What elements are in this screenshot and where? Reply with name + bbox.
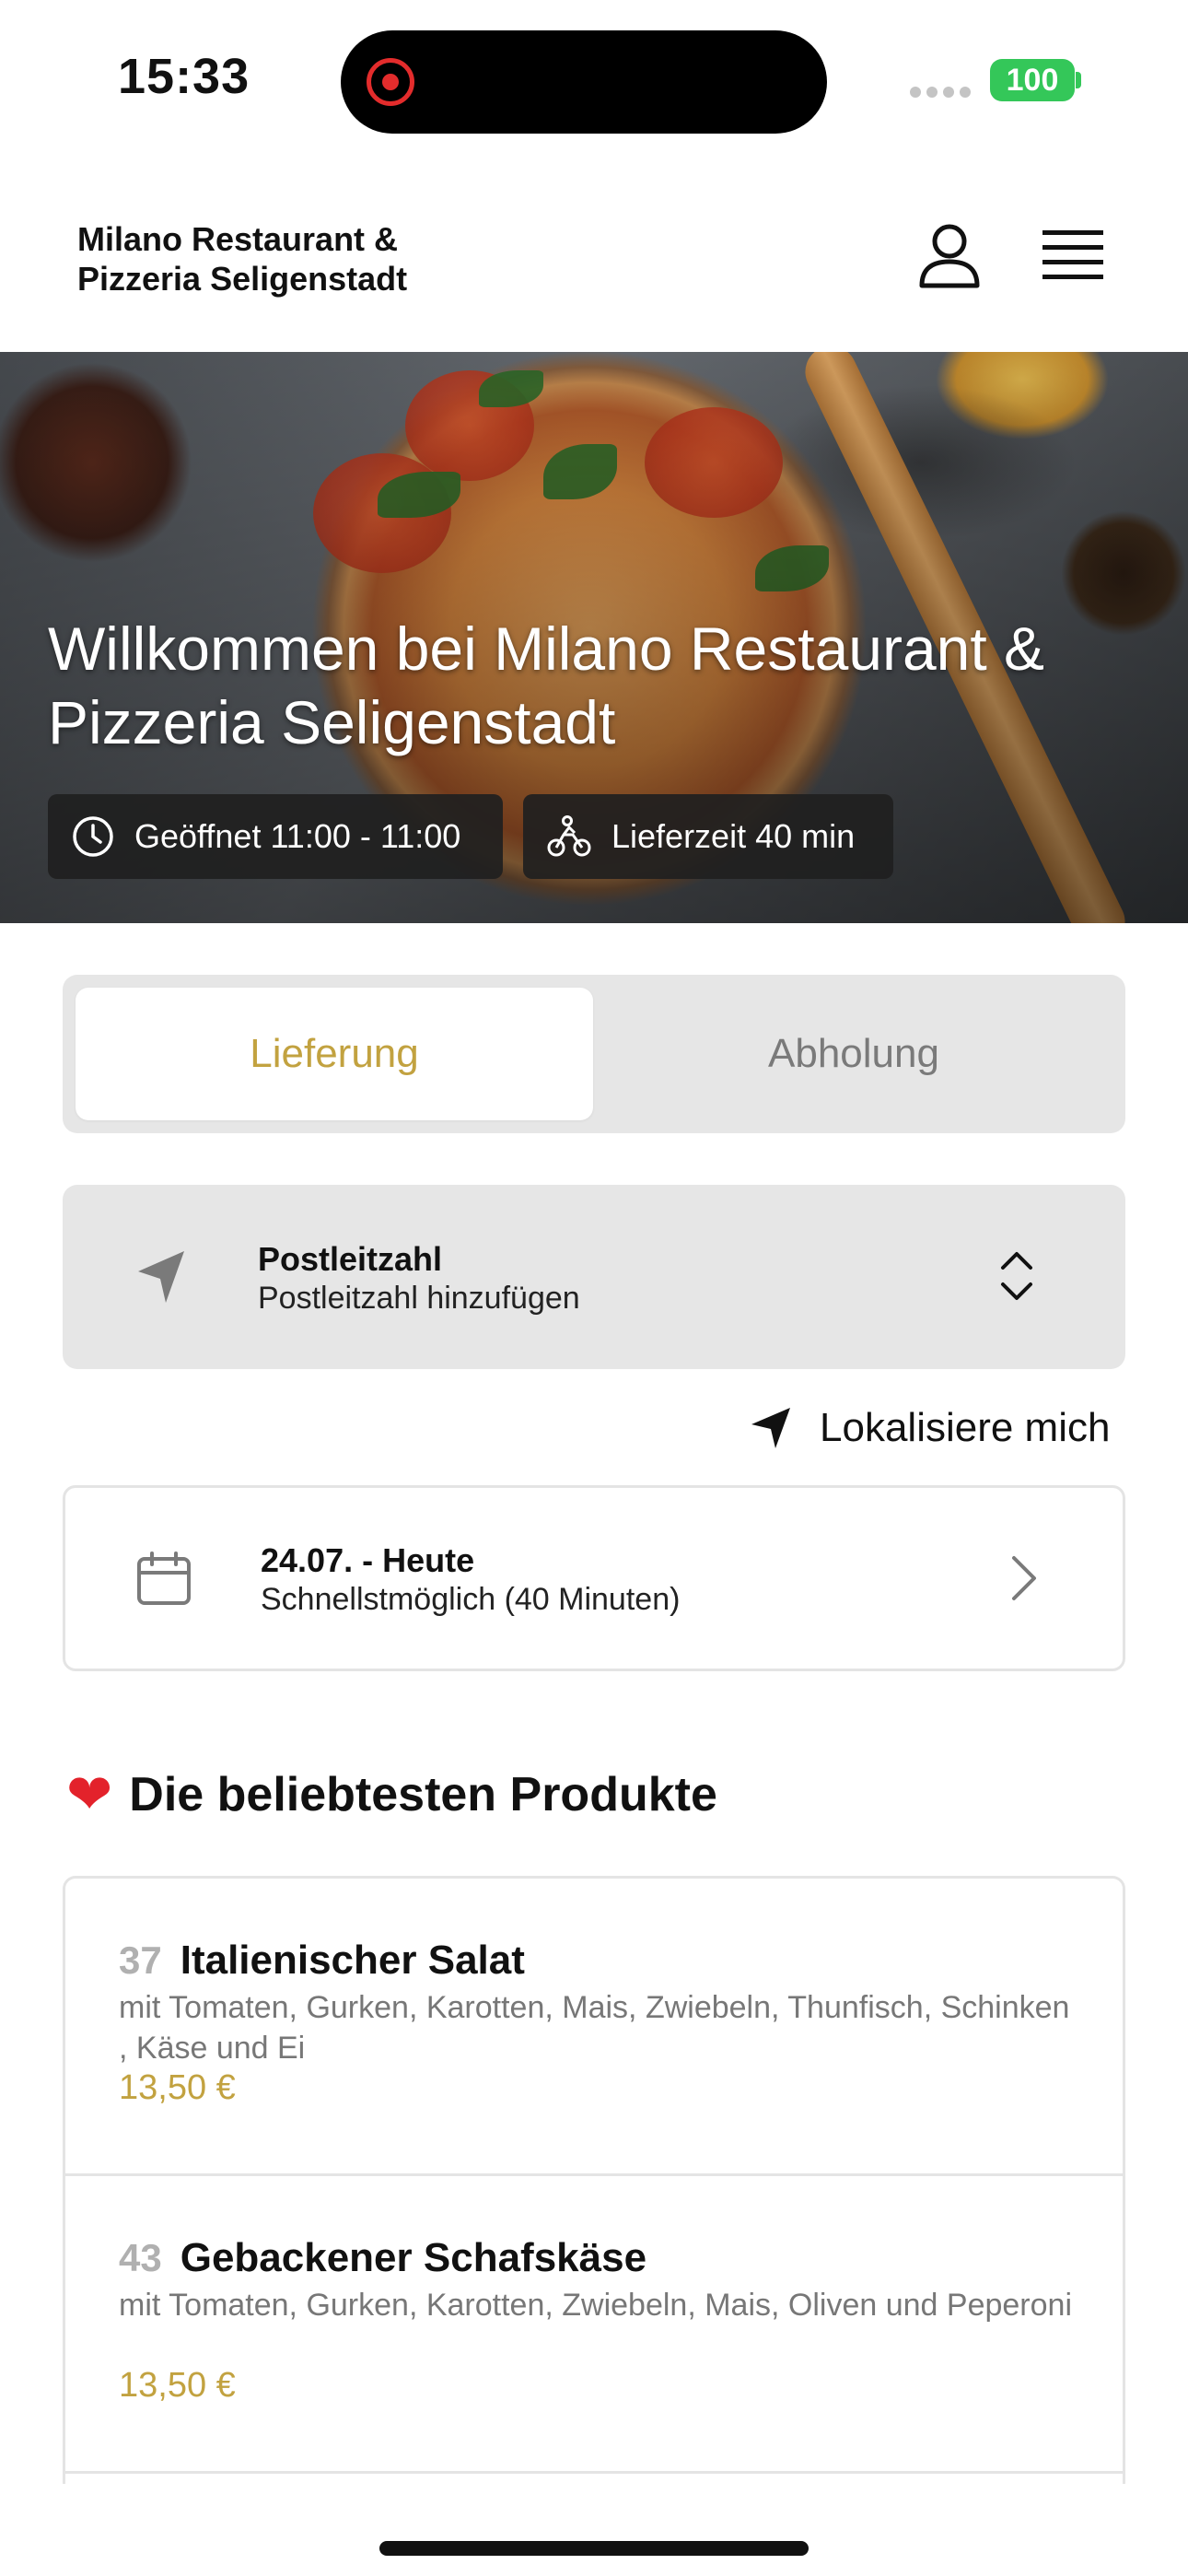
- battery-tip: [1076, 72, 1081, 88]
- order-mode-toggle: Lieferung Abholung: [63, 975, 1125, 1133]
- clock-icon: [73, 816, 113, 857]
- postcode-label: Postleitzahl: [258, 1240, 443, 1278]
- product-item[interactable]: 43 Gebackener Schafskäse mit Tomaten, Gu…: [65, 2176, 1123, 2474]
- calendar-icon: [137, 1551, 191, 1605]
- delivery-time-text: Lieferzeit 40 min: [611, 817, 856, 855]
- product-number: 43: [119, 2236, 162, 2279]
- product-name: Gebackener Schafskäse: [180, 2235, 647, 2280]
- product-name: Italienischer Salat: [180, 1938, 525, 1983]
- hamburger-menu-icon[interactable]: [1042, 230, 1103, 280]
- delivery-date: 24.07. - Heute: [261, 1541, 475, 1579]
- app-header: Milano Restaurant & Pizzeria Seligenstad…: [0, 157, 1188, 352]
- tab-pickup[interactable]: Abholung: [595, 988, 1112, 1120]
- navigation-arrow-icon: [138, 1251, 184, 1303]
- popular-products-heading: ❤ Die beliebtesten Produkte: [66, 1767, 717, 1822]
- heart-icon: ❤: [66, 1763, 113, 1825]
- opening-hours-badge: Geöffnet 11:00 - 11:00: [48, 794, 503, 879]
- product-number: 37: [119, 1938, 162, 1982]
- postcode-placeholder: Postleitzahl hinzufügen: [258, 1281, 580, 1316]
- product-list: 37 Italienischer Salat mit Tomaten, Gurk…: [63, 1876, 1125, 2484]
- bike-courier-icon: [547, 815, 591, 857]
- hero-title: Willkommen bei Milano Restaurant & Pizze…: [48, 615, 1045, 756]
- status-time: 15:33: [118, 49, 250, 104]
- locate-me-button[interactable]: Lokalisiere mich: [750, 1400, 1110, 1456]
- product-price: 13,50 €: [119, 2068, 236, 2107]
- popular-products-title: Die beliebtesten Produkte: [129, 1768, 717, 1821]
- delivery-time-selector[interactable]: 24.07. - Heute Schnellstmöglich (40 Minu…: [63, 1485, 1125, 1671]
- product-item[interactable]: 37 Italienischer Salat mit Tomaten, Gurk…: [65, 1879, 1123, 2176]
- battery-indicator: 100: [990, 59, 1075, 101]
- chevron-right-icon: [1012, 1556, 1036, 1600]
- hero-banner: Willkommen bei Milano Restaurant & Pizze…: [0, 352, 1188, 923]
- screen-recording-icon: [367, 58, 414, 106]
- product-header: 43 Gebackener Schafskäse: [119, 2235, 646, 2281]
- delivery-time-option: Schnellstmöglich (40 Minuten): [261, 1582, 681, 1617]
- app-screen: 15:33 100 Milano Restaurant & Pizzeria S…: [0, 0, 1188, 2576]
- locate-me-label: Lokalisiere mich: [820, 1405, 1111, 1450]
- tab-delivery[interactable]: Lieferung: [76, 988, 593, 1120]
- postcode-selector[interactable]: Postleitzahl Postleitzahl hinzufügen: [63, 1185, 1125, 1369]
- status-bar: 15:33 100: [0, 0, 1188, 157]
- navigation-arrow-icon: [751, 1408, 790, 1448]
- dynamic-island: [341, 30, 827, 134]
- product-price: 13,50 €: [119, 2366, 236, 2405]
- opening-hours-text: Geöffnet 11:00 - 11:00: [134, 817, 461, 855]
- home-indicator[interactable]: [379, 2541, 809, 2556]
- cellular-signal-icon: [910, 86, 976, 102]
- product-description: mit Tomaten, Gurken, Karotten, Mais, Zwi…: [119, 1990, 1070, 2066]
- product-header: 37 Italienischer Salat: [119, 1938, 525, 1984]
- product-description: mit Tomaten, Gurken, Karotten, Zwiebeln,…: [119, 2288, 1072, 2323]
- restaurant-name[interactable]: Milano Restaurant & Pizzeria Seligenstad…: [77, 219, 483, 299]
- user-icon[interactable]: [917, 223, 982, 289]
- delivery-time-badge: Lieferzeit 40 min: [523, 794, 893, 879]
- chevron-up-down-icon: [1001, 1252, 1032, 1300]
